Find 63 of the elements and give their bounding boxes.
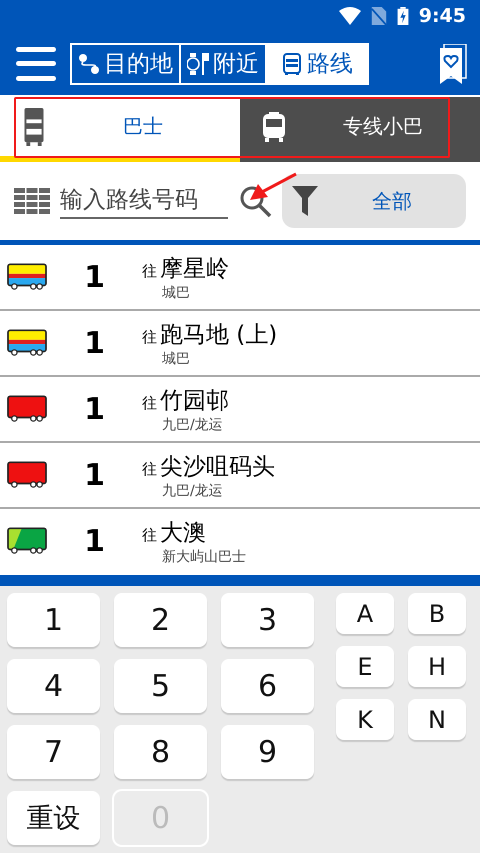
- route-pins-icon: [79, 54, 99, 74]
- battery-charging-icon: [396, 7, 409, 25]
- keypad-key[interactable]: 5: [114, 659, 207, 713]
- route-row[interactable]: 1 往 摩星岭 城巴: [0, 245, 480, 311]
- operator-name: 九巴/龙运: [162, 482, 224, 500]
- operator-name: 城巴: [162, 284, 191, 302]
- bus-livery-icon: [7, 263, 47, 291]
- keypad-key[interactable]: 3: [221, 593, 314, 647]
- annotation-arrow: [248, 172, 298, 202]
- direction-label: 往: [142, 262, 157, 280]
- keypad-grid-icon[interactable]: [14, 188, 50, 214]
- route-row[interactable]: 1 往 跑马地 (上) 城巴: [0, 311, 480, 377]
- bus-livery-icon: [7, 329, 47, 357]
- route-row[interactable]: 1 往 尖沙咀码头 九巴/龙运: [0, 443, 480, 509]
- keypad-key[interactable]: 8: [114, 725, 207, 779]
- letter-key[interactable]: K: [336, 699, 394, 740]
- keypad-key[interactable]: 2: [114, 593, 207, 647]
- keypad-key[interactable]: 重设: [7, 791, 100, 845]
- bookmark-heart-icon[interactable]: [438, 44, 468, 84]
- letter-key[interactable]: A: [336, 593, 394, 634]
- bus-livery-icon: [7, 527, 47, 555]
- bus-livery-icon: [7, 395, 47, 423]
- route-number: 1: [83, 392, 106, 426]
- search-button[interactable]: [238, 184, 272, 218]
- operator-name: 新大屿山巴士: [162, 548, 246, 566]
- operator-name: 城巴: [162, 350, 191, 368]
- bus-livery-icon: [7, 461, 47, 489]
- letter-key[interactable]: H: [408, 646, 466, 687]
- route-number: 1: [83, 524, 106, 558]
- route-number: 1: [83, 326, 106, 360]
- destination-name: 竹园邨: [160, 386, 229, 416]
- nav-tab[interactable]: 路线: [265, 44, 367, 82]
- keypad-key[interactable]: 6: [221, 659, 314, 713]
- no-sim-icon: [370, 7, 387, 25]
- destination-name: 尖沙咀码头: [160, 452, 275, 482]
- operator-name: 九巴/龙运: [162, 416, 224, 434]
- watch-icon: [187, 52, 209, 74]
- filter-button[interactable]: 全部: [282, 174, 466, 228]
- destination-name: 跑马地 (上): [160, 320, 278, 350]
- route-row[interactable]: 1 往 竹园邨 九巴/龙运: [0, 377, 480, 443]
- keypad-key[interactable]: 1: [7, 593, 100, 647]
- route-number: 1: [83, 260, 106, 294]
- route-row[interactable]: 1 往 大澳 新大屿山巴士: [0, 509, 480, 573]
- bus-icon: [283, 52, 301, 74]
- letter-key[interactable]: B: [408, 593, 466, 634]
- keypad-key[interactable]: 4: [7, 659, 100, 713]
- keypad-key[interactable]: 9: [221, 725, 314, 779]
- mode-tab[interactable]: 专线小巴: [240, 97, 480, 162]
- keypad-key[interactable]: 7: [7, 725, 100, 779]
- double-decker-bus-icon: [22, 108, 46, 146]
- filter-icon: [292, 186, 318, 216]
- status-time: 9:45: [418, 5, 466, 27]
- letter-key[interactable]: E: [336, 646, 394, 687]
- direction-label: 往: [142, 328, 157, 346]
- direction-label: 往: [142, 526, 157, 544]
- destination-name: 大澳: [160, 518, 206, 548]
- menu-button[interactable]: [16, 46, 56, 80]
- wifi-icon: [338, 7, 361, 25]
- destination-name: 摩星岭: [160, 254, 229, 284]
- direction-label: 往: [142, 394, 157, 412]
- letter-key[interactable]: N: [408, 699, 466, 740]
- direction-label: 往: [142, 460, 157, 478]
- route-number: 1: [83, 458, 106, 492]
